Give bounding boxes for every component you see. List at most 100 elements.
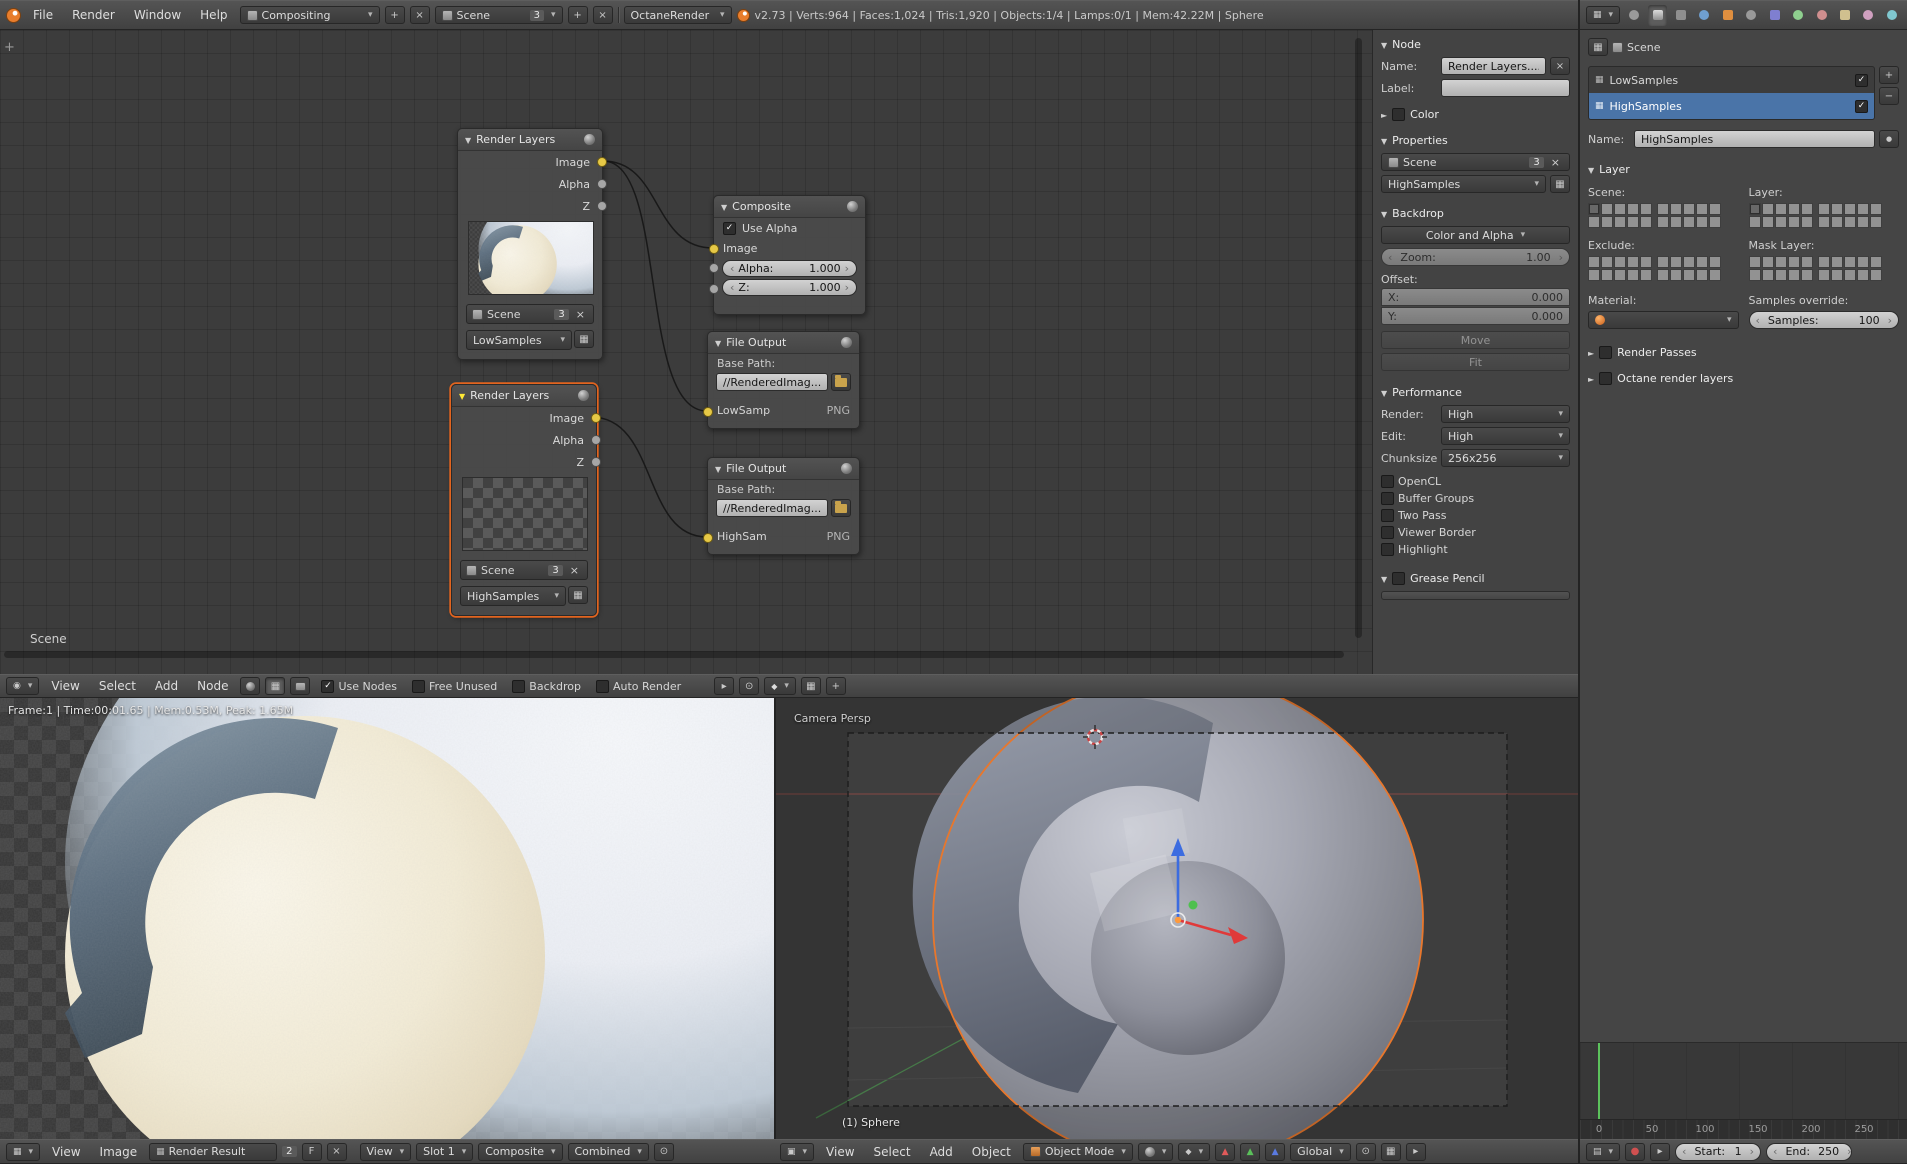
layer-toggle-cell[interactable]: [1670, 256, 1682, 268]
menu-view[interactable]: View: [819, 1143, 861, 1161]
alpha-slider[interactable]: Alpha:1.000: [722, 260, 857, 277]
preview-ball-icon[interactable]: [841, 463, 852, 474]
layer-toggle-cell[interactable]: [1640, 203, 1652, 215]
editor-type-select[interactable]: ◉: [6, 677, 40, 695]
layer-toggle-cell[interactable]: [1869, 203, 1882, 215]
expand-icon[interactable]: [1588, 372, 1594, 385]
users-count[interactable]: 3: [1529, 156, 1544, 168]
render-engine-select[interactable]: OctaneRender: [623, 6, 732, 24]
layer-toggle-cell[interactable]: [1601, 256, 1613, 268]
layer-toggle-cell[interactable]: [1774, 256, 1787, 268]
layer-toggle-cell[interactable]: [1709, 203, 1721, 215]
layer-toggle-cell[interactable]: [1683, 269, 1695, 281]
layer-toggle-cell[interactable]: [1683, 203, 1695, 215]
image-input-socket[interactable]: [703, 533, 713, 543]
manipulator-scale-toggle[interactable]: ▲: [1265, 1142, 1286, 1161]
tab-material-icon[interactable]: [1812, 5, 1830, 26]
layer-toggle-cell[interactable]: [1588, 269, 1600, 281]
layer-toggle-cell[interactable]: [1709, 269, 1721, 281]
material-override-select[interactable]: [1588, 311, 1739, 329]
layer-toggle-cell[interactable]: [1830, 216, 1843, 228]
start-frame-field[interactable]: Start:1: [1675, 1142, 1762, 1161]
layer-toggle-cell[interactable]: [1614, 203, 1626, 215]
render-layers-node-1[interactable]: Render Layers Image Alpha Z Scene 3 × Lo…: [457, 128, 607, 360]
expand-icon[interactable]: [1588, 346, 1594, 359]
scene-datablock-select[interactable]: Scene 3 ×: [1381, 153, 1570, 171]
section-layer[interactable]: Layer: [1599, 163, 1630, 176]
snap-magnet-toggle[interactable]: ⊙: [1355, 1142, 1376, 1161]
scene-select[interactable]: Scene 3: [434, 6, 563, 24]
color-checkbox[interactable]: [1392, 107, 1406, 121]
grease-pencil-partial-row[interactable]: [1381, 591, 1570, 600]
node-label-field[interactable]: [1441, 79, 1570, 97]
browse-folder-button[interactable]: [831, 499, 851, 517]
highlight-checkbox[interactable]: [1381, 543, 1394, 556]
blender-logo-icon[interactable]: [6, 7, 21, 23]
render-layer-select[interactable]: Composite: [478, 1142, 563, 1161]
collapse-icon[interactable]: [459, 389, 465, 402]
layer-toggle-cell[interactable]: [1869, 269, 1882, 281]
editor-type-select[interactable]: ▦: [1586, 6, 1621, 24]
alpha-input-socket[interactable]: [709, 263, 719, 273]
layer-toggle-cell[interactable]: [1761, 203, 1774, 215]
layer-toggle-cell[interactable]: [1774, 203, 1787, 215]
backdrop-y-field[interactable]: Y: 0.000: [1381, 307, 1570, 325]
preview-ball-icon[interactable]: [841, 337, 852, 348]
image-editor-canvas[interactable]: Frame:1 | Time:00:01.65 | Mem:0.53M, Pea…: [0, 698, 774, 1139]
screen-layout-select[interactable]: Compositing: [239, 6, 380, 24]
layer-toggle-cell[interactable]: [1601, 269, 1613, 281]
base-path-field[interactable]: //RenderedImag...: [716, 499, 828, 517]
unlink-image-button[interactable]: ×: [326, 1142, 347, 1161]
backdrop-x-field[interactable]: X: 0.000: [1381, 288, 1570, 306]
layer-toggle-cell[interactable]: [1696, 203, 1708, 215]
layer-toggle-cell[interactable]: [1657, 256, 1669, 268]
editor-type-select[interactable]: ▣: [780, 1142, 815, 1161]
layer-toggle-cell[interactable]: [1830, 256, 1843, 268]
layer-toggle-cell[interactable]: [1774, 269, 1787, 281]
tab-world-icon[interactable]: [1695, 5, 1713, 26]
scene-users-count[interactable]: 3: [529, 9, 544, 21]
layer-toggle-cell[interactable]: [1614, 269, 1626, 281]
menu-window[interactable]: Window: [127, 6, 188, 24]
z-input-socket[interactable]: [709, 284, 719, 294]
preview-ball-icon[interactable]: [847, 201, 858, 212]
compositing-nodes-toggle[interactable]: ▦: [265, 677, 286, 695]
layer-toggle-cell[interactable]: [1696, 269, 1708, 281]
scene-datablock-select[interactable]: Scene 3 ×: [460, 560, 588, 580]
layer-toggle-cell[interactable]: [1748, 203, 1761, 215]
layer-toggle-cell[interactable]: [1843, 216, 1856, 228]
layer-toggle-cell[interactable]: [1843, 256, 1856, 268]
layer-toggle-cell[interactable]: [1830, 203, 1843, 215]
layer-toggle-cell[interactable]: [1683, 216, 1695, 228]
layer-toggle-cell[interactable]: [1709, 216, 1721, 228]
layer-toggle-cell[interactable]: [1627, 256, 1639, 268]
unlink-icon[interactable]: ×: [1548, 156, 1563, 169]
scene-datablock-select[interactable]: Scene 3 ×: [466, 304, 594, 324]
layer-toggle-cell[interactable]: [1817, 269, 1830, 281]
image-datablock-select[interactable]: ▦ Render Result: [149, 1142, 278, 1161]
layer-toggle-cell[interactable]: [1670, 216, 1682, 228]
collapse-icon[interactable]: [1381, 572, 1387, 585]
backdrop-zoom-slider[interactable]: Zoom:1.00: [1381, 248, 1570, 266]
z-output-socket[interactable]: [597, 201, 607, 211]
snap-toggle[interactable]: ⊙: [739, 677, 760, 695]
timeline-ruler[interactable]: 0 50 100 150 200 250: [1580, 1119, 1907, 1139]
layer-toggle-cell[interactable]: [1657, 269, 1669, 281]
image-output-socket[interactable]: [591, 413, 601, 423]
collapse-icon[interactable]: [715, 462, 721, 475]
layer-toggle-cell[interactable]: [1869, 216, 1882, 228]
section-color[interactable]: Color: [1410, 108, 1439, 121]
layer-toggle-cell[interactable]: [1588, 216, 1600, 228]
layer-toggle-cell[interactable]: [1696, 256, 1708, 268]
layer-toggle-cell[interactable]: [1800, 256, 1813, 268]
layer-toggle-cell[interactable]: [1657, 203, 1669, 215]
h-scrollbar[interactable]: [4, 651, 1344, 658]
layer-toggle-cell[interactable]: [1601, 203, 1613, 215]
browse-folder-button[interactable]: [831, 373, 851, 391]
layer-toggle-cell[interactable]: [1869, 256, 1882, 268]
manipulator-translate-toggle[interactable]: ▲: [1215, 1142, 1236, 1161]
layer-toggle-cell[interactable]: [1696, 216, 1708, 228]
rerender-layer-button[interactable]: ▦: [1550, 175, 1570, 193]
copy-nodes-button[interactable]: ▦: [800, 677, 821, 695]
menu-select[interactable]: Select: [92, 677, 143, 695]
